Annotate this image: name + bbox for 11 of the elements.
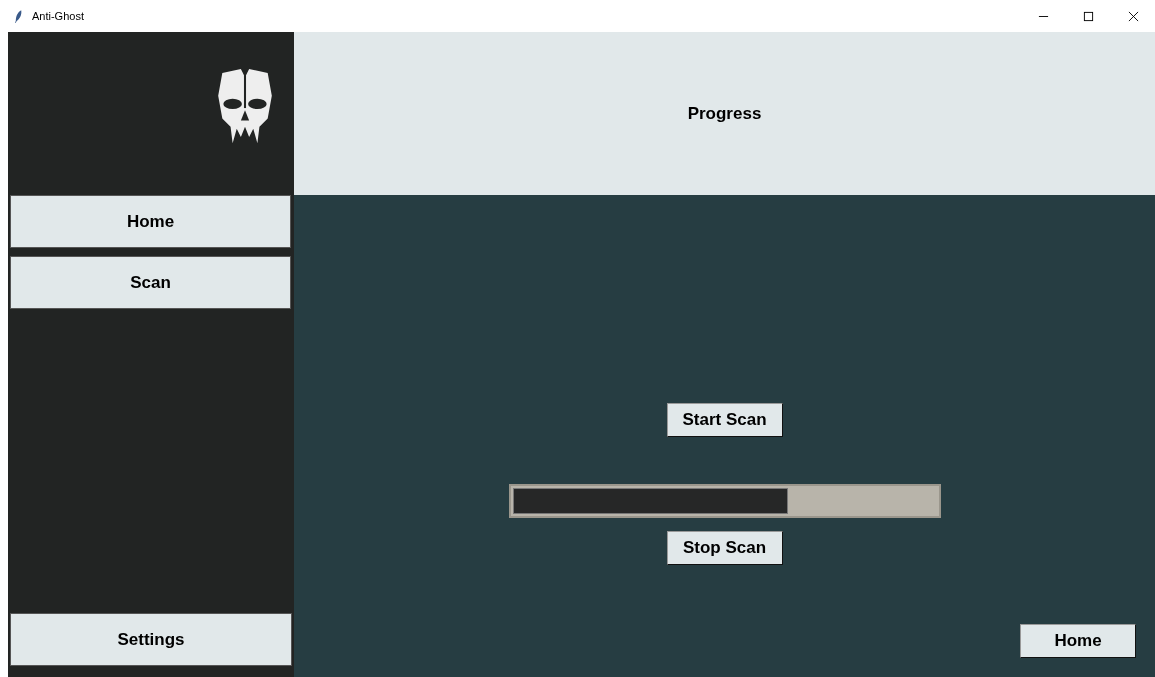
start-scan-button[interactable]: Start Scan (666, 403, 783, 437)
maximize-icon[interactable] (1083, 10, 1094, 22)
close-icon[interactable] (1128, 10, 1139, 22)
feather-icon (14, 9, 23, 23)
stop-scan-button[interactable]: Stop Scan (666, 531, 783, 565)
settings-button[interactable]: Settings (10, 613, 292, 666)
sidebar-item[interactable]: Scan (10, 256, 291, 309)
sidebar-item[interactable]: Home (10, 195, 291, 248)
home-button[interactable]: Home (1020, 624, 1136, 658)
page-title: Progress (687, 103, 762, 124)
window-title: Anti-Ghost (32, 10, 84, 22)
